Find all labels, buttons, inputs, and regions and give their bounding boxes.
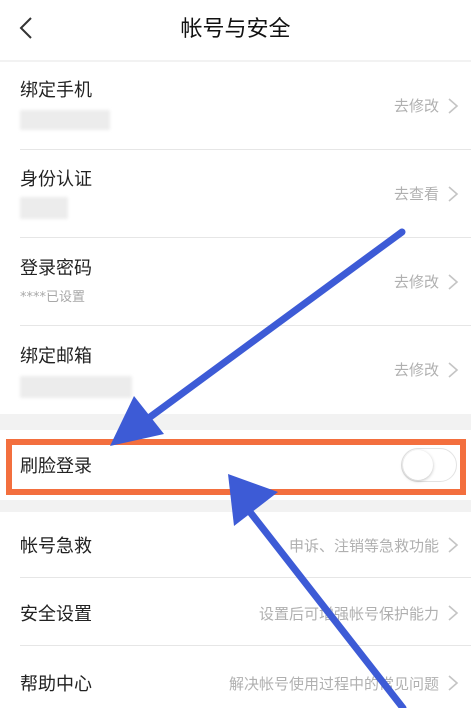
row-label: 登录密码 bbox=[20, 258, 92, 279]
row-action-text: 设置后可增强帐号保护能力 bbox=[258, 605, 439, 623]
chevron-right-icon bbox=[448, 362, 459, 378]
row-action-text: 去修改 bbox=[393, 361, 439, 379]
masked-phone-number bbox=[20, 110, 110, 130]
page-title: 帐号与安全 bbox=[180, 17, 291, 42]
chevron-right-icon bbox=[448, 274, 459, 290]
row-action-text: 去查看 bbox=[393, 185, 439, 203]
face-login-section: 刷脸登录 bbox=[0, 430, 471, 500]
chevron-right-icon bbox=[448, 186, 459, 202]
row-label: 绑定邮箱 bbox=[20, 346, 92, 367]
account-section: 绑定手机 去修改 身份认证 去查看 登录密码 ****已设置 去修改 绑定邮箱 … bbox=[0, 62, 471, 414]
chevron-right-icon bbox=[448, 675, 459, 691]
row-bind-email[interactable]: 绑定邮箱 去修改 bbox=[0, 326, 471, 414]
row-action-text: 申诉、注销等急救功能 bbox=[288, 537, 439, 555]
row-label: 绑定手机 bbox=[20, 80, 92, 101]
chevron-right-icon bbox=[448, 605, 459, 621]
row-action-text: 去修改 bbox=[393, 273, 439, 291]
masked-identity bbox=[20, 197, 68, 219]
row-bind-phone[interactable]: 绑定手机 去修改 bbox=[0, 62, 471, 150]
row-label: 身份认证 bbox=[20, 169, 92, 190]
row-label: 帐号急救 bbox=[20, 536, 92, 557]
password-status: ****已设置 bbox=[20, 290, 86, 305]
row-label: 刷脸登录 bbox=[20, 456, 92, 477]
row-face-login[interactable]: 刷脸登录 bbox=[0, 430, 471, 500]
row-login-password[interactable]: 登录密码 ****已设置 去修改 bbox=[0, 238, 471, 326]
row-identity-verification[interactable]: 身份认证 去查看 bbox=[0, 150, 471, 238]
row-label: 安全设置 bbox=[20, 604, 92, 625]
chevron-right-icon bbox=[448, 98, 459, 114]
row-account-rescue[interactable]: 帐号急救 申诉、注销等急救功能 bbox=[0, 512, 471, 578]
row-label: 帮助中心 bbox=[20, 674, 92, 695]
face-login-toggle[interactable] bbox=[401, 448, 457, 482]
row-security-settings[interactable]: 安全设置 设置后可增强帐号保护能力 bbox=[0, 578, 471, 646]
row-action-text: 去修改 bbox=[393, 97, 439, 115]
row-action-text: 解决帐号使用过程中的常见问题 bbox=[228, 675, 439, 693]
chevron-right-icon bbox=[448, 537, 459, 553]
masked-email bbox=[20, 376, 132, 398]
toggle-knob bbox=[403, 450, 433, 480]
row-help-center[interactable]: 帮助中心 解决帐号使用过程中的常见问题 bbox=[0, 646, 471, 708]
other-section: 帐号急救 申诉、注销等急救功能 安全设置 设置后可增强帐号保护能力 帮助中心 解… bbox=[0, 512, 471, 708]
top-bar: 帐号与安全 bbox=[0, 0, 471, 60]
